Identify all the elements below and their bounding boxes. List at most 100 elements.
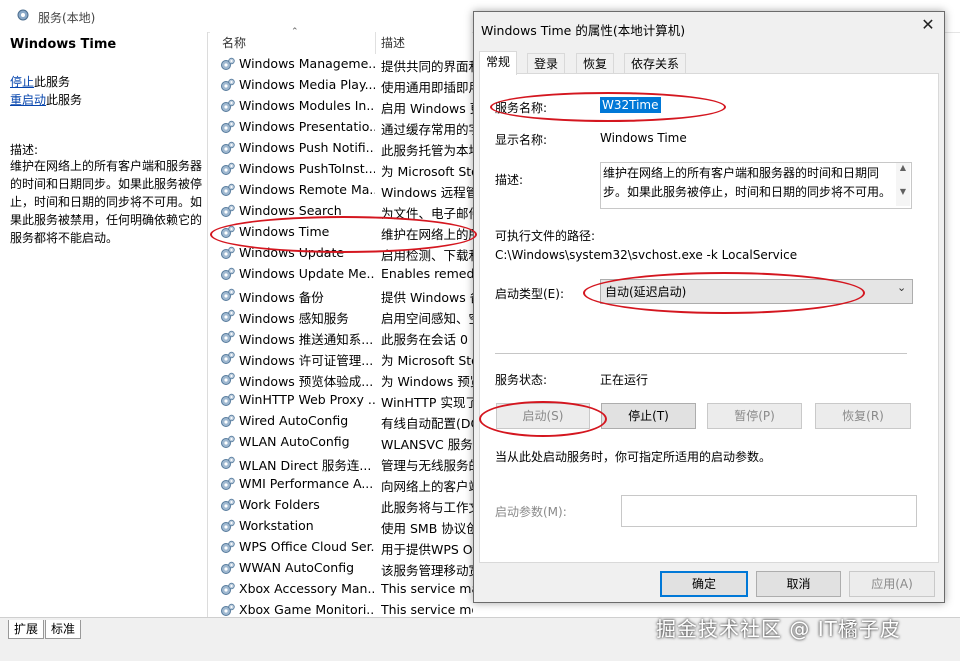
apply-button[interactable]: 应用(A): [849, 571, 935, 597]
tab-dependencies[interactable]: 依存关系: [624, 53, 687, 74]
display-name-value: Windows Time: [600, 131, 687, 145]
service-name-cell: WPS Office Cloud Ser...: [239, 539, 375, 554]
window-title: 服务(本地): [38, 11, 96, 25]
tab-logon[interactable]: 登录: [527, 53, 566, 74]
service-name-cell: Wired AutoConfig: [239, 413, 349, 428]
service-row[interactable]: Windows 感知服务 启用空间感知、空: [220, 306, 473, 327]
service-name-cell: Windows 感知服务: [239, 311, 349, 326]
service-description-cell: 为 Windows 预览: [381, 374, 473, 389]
column-header-description[interactable]: 描述: [381, 34, 405, 51]
stop-button[interactable]: 停止(T): [601, 403, 696, 429]
service-description-cell: This service man: [381, 581, 473, 596]
scroll-up-icon[interactable]: ▲: [896, 163, 910, 172]
start-params-input[interactable]: [621, 495, 917, 527]
service-row[interactable]: Windows PushToInst... 为 Microsoft Sto: [220, 159, 473, 180]
service-row[interactable]: Windows Remote Ma... Windows 远程管: [220, 180, 473, 201]
description-scrollbar[interactable]: ▲ ▼: [896, 163, 910, 206]
tab-recovery[interactable]: 恢复: [576, 53, 615, 74]
service-row[interactable]: WLAN Direct 服务连... 管理与无线服务的: [220, 453, 473, 474]
service-description-cell: 为 Microsoft Sto: [381, 164, 473, 179]
service-row[interactable]: Wired AutoConfig 有线自动配置(DO: [220, 411, 473, 432]
stop-service-link[interactable]: 停止: [10, 75, 34, 89]
service-description-cell: 使用 SMB 协议创: [381, 521, 473, 536]
service-row[interactable]: Windows Presentatio... 通过缓存常用的字: [220, 117, 473, 138]
service-gear-icon: [220, 330, 235, 345]
section-divider: [495, 353, 907, 354]
column-header-name[interactable]: 名称: [222, 34, 246, 51]
general-tab-pane: [479, 73, 939, 563]
column-divider[interactable]: [375, 32, 376, 54]
service-name-cell: WLAN Direct 服务连...: [239, 458, 372, 473]
service-row[interactable]: Windows 预览体验成... 为 Windows 预览: [220, 369, 473, 390]
service-status-value: 正在运行: [600, 373, 649, 387]
service-name-cell: Work Folders: [239, 497, 320, 512]
service-name-cell: Windows PushToInst...: [239, 161, 375, 176]
service-status-label: 服务状态:: [495, 373, 548, 387]
exe-path-value: C:\Windows\system32\svchost.exe -k Local…: [495, 248, 798, 262]
service-row[interactable]: Xbox Accessory Man... This service man: [220, 579, 473, 600]
service-row[interactable]: WPS Office Cloud Ser... 用于提供WPS Of: [220, 537, 473, 558]
service-gear-icon: [220, 183, 235, 198]
service-description-cell: 提供共同的界面和: [381, 59, 473, 74]
service-row[interactable]: WinHTTP Web Proxy ... WinHTTP 实现了: [220, 390, 473, 411]
annotation-ellipse-startup-type: [583, 272, 865, 314]
service-row[interactable]: Work Folders 此服务将与工作文: [220, 495, 473, 516]
service-row[interactable]: Windows Media Play... 使用通用即插即用: [220, 75, 473, 96]
chevron-down-icon: ⌄: [897, 281, 907, 294]
services-gear-icon: [17, 9, 29, 21]
service-row[interactable]: WMI Performance A... 向网络上的客户端: [220, 474, 473, 495]
resume-button[interactable]: 恢复(R): [815, 403, 911, 429]
service-row[interactable]: Windows Push Notifi... 此服务托管为本地: [220, 138, 473, 159]
service-gear-icon: [220, 162, 235, 177]
selected-service-title: Windows Time: [10, 37, 117, 52]
service-gear-icon: [220, 57, 235, 72]
service-row[interactable]: Windows 许可证管理... 为 Microsoft Sto: [220, 348, 473, 369]
service-row[interactable]: Windows 推送通知系... 此服务在会话 0 中: [220, 327, 473, 348]
close-icon[interactable]: ✕: [918, 15, 938, 35]
start-params-hint: 当从此处启动服务时，你可指定所适用的启动参数。: [495, 450, 772, 464]
service-gear-icon: [220, 498, 235, 513]
service-name-cell: Windows Remote Ma...: [239, 182, 375, 197]
service-name-cell: Workstation: [239, 518, 314, 533]
service-name-cell: Windows Push Notifi...: [239, 140, 375, 155]
service-description-cell: 有线自动配置(DO: [381, 416, 473, 431]
service-description-cell: 为 Microsoft Sto: [381, 353, 473, 368]
service-name-cell: Windows Manageme...: [239, 56, 375, 71]
cancel-button[interactable]: 取消: [756, 571, 841, 597]
service-description-cell: Windows 远程管: [381, 185, 473, 200]
service-gear-icon: [220, 288, 235, 303]
service-gear-icon: [220, 141, 235, 156]
service-gear-icon: [220, 246, 235, 261]
service-gear-icon: [220, 603, 235, 618]
service-row[interactable]: Windows Manageme... 提供共同的界面和: [220, 54, 473, 75]
service-description-cell: 提供 Windows 备: [381, 290, 473, 305]
service-row[interactable]: Windows Update Me... Enables remedia: [220, 264, 473, 285]
service-name-cell: Windows 许可证管理...: [239, 353, 374, 368]
service-description-cell: 通过缓存常用的字: [381, 122, 473, 137]
exe-path-label: 可执行文件的路径:: [495, 229, 596, 243]
restart-service-line: 重启动此服务: [10, 91, 82, 108]
service-gear-icon: [220, 540, 235, 555]
service-row[interactable]: WLAN AutoConfig WLANSVC 服务提: [220, 432, 473, 453]
service-description-cell: 启用 Windows 更: [381, 101, 473, 116]
tab-extended[interactable]: 扩展: [8, 620, 45, 639]
service-gear-icon: [220, 204, 235, 219]
stop-service-suffix: 此服务: [34, 75, 71, 89]
service-row[interactable]: Windows 备份 提供 Windows 备: [220, 285, 473, 306]
service-row[interactable]: Windows Modules In... 启用 Windows 更: [220, 96, 473, 117]
service-row[interactable]: Workstation 使用 SMB 协议创: [220, 516, 473, 537]
service-name-cell: Windows 备份: [239, 290, 324, 305]
service-row[interactable]: WWAN AutoConfig 该服务管理移动宽: [220, 558, 473, 579]
scroll-down-icon[interactable]: ▼: [896, 187, 910, 196]
service-gear-icon: [220, 78, 235, 93]
pause-button[interactable]: 暂停(P): [707, 403, 802, 429]
tab-general[interactable]: 常规: [479, 51, 518, 75]
restart-service-suffix: 此服务: [46, 93, 83, 107]
service-description-cell: WinHTTP 实现了: [381, 395, 473, 410]
service-gear-icon: [220, 372, 235, 387]
dialog-description-label: 描述:: [495, 173, 524, 187]
restart-service-link[interactable]: 重启动: [10, 93, 46, 107]
service-description-cell: 此服务将与工作文: [381, 500, 473, 515]
tab-standard[interactable]: 标准: [45, 620, 82, 639]
ok-button[interactable]: 确定: [660, 571, 748, 597]
